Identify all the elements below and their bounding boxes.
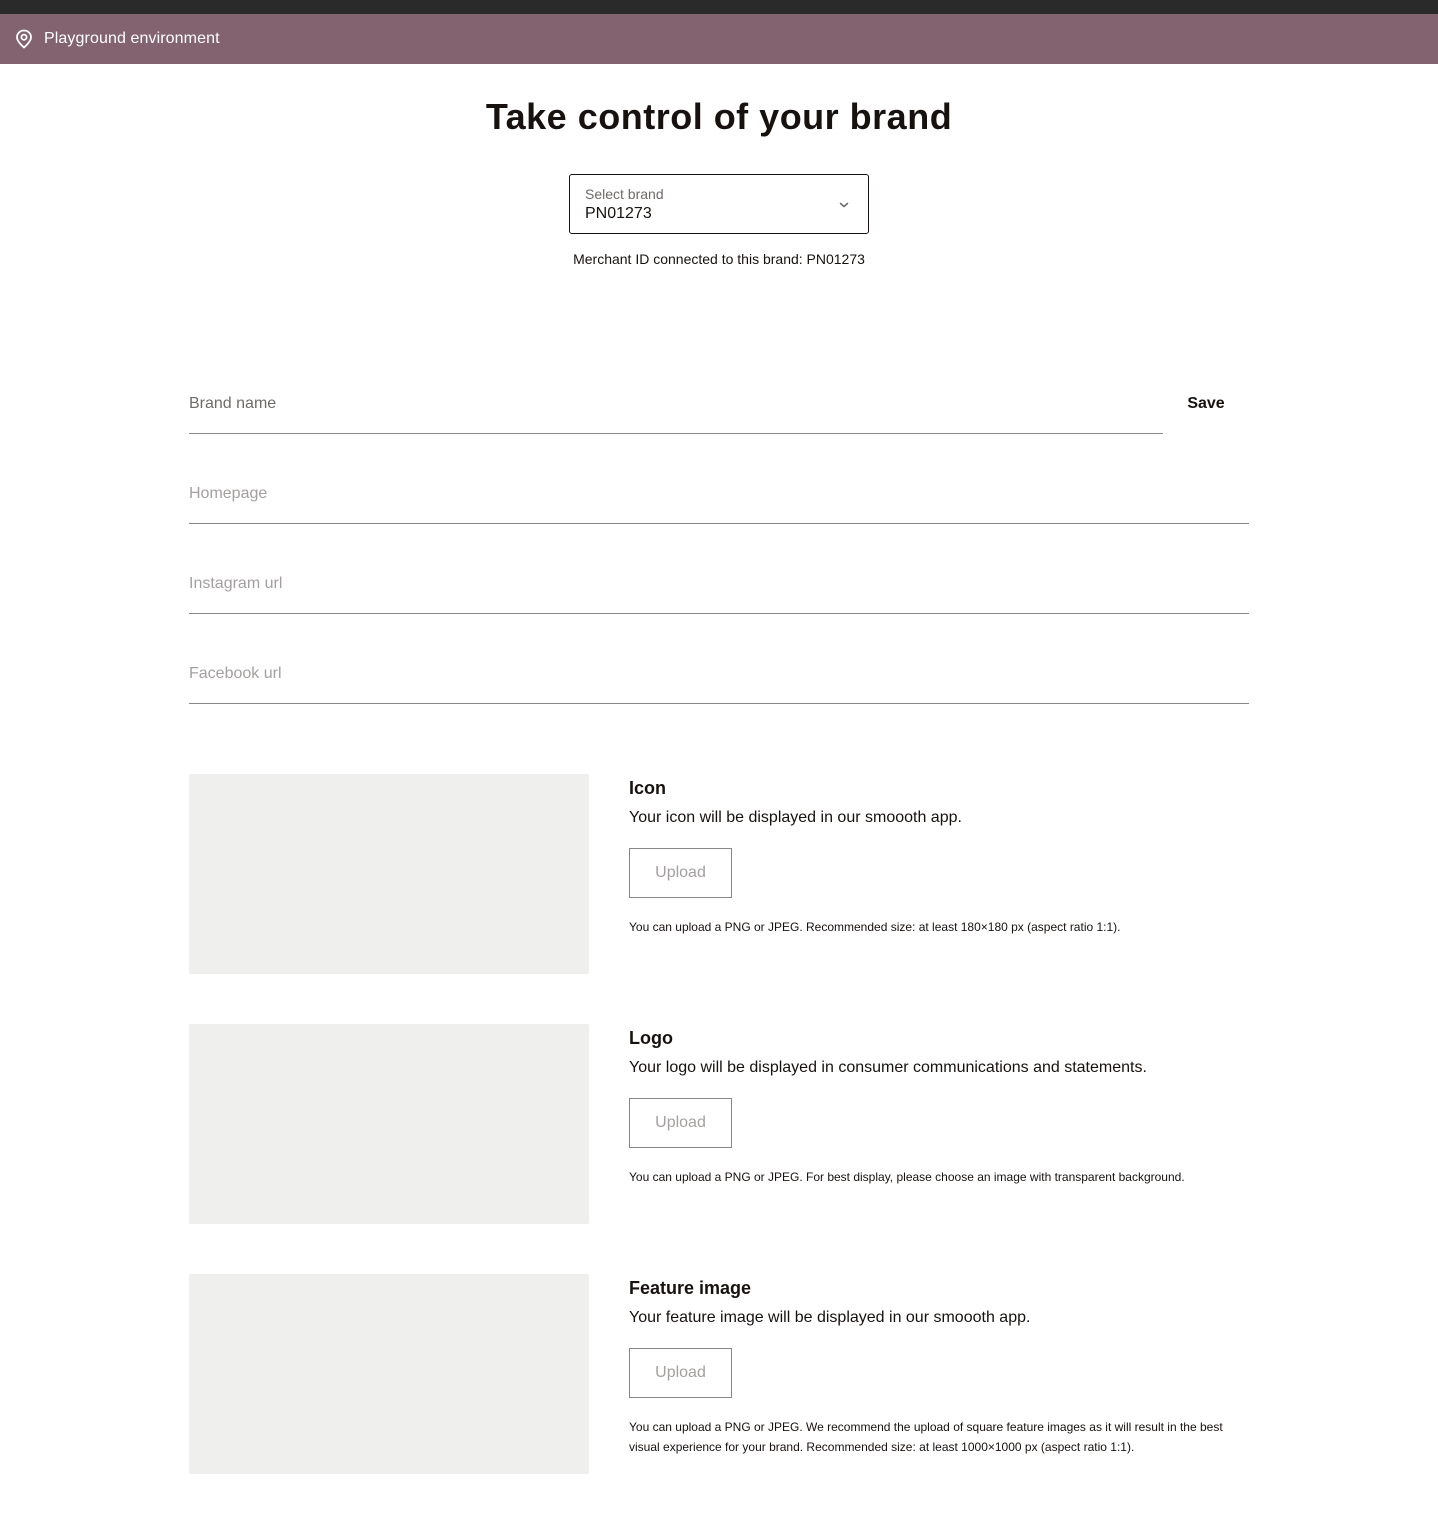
feature-image-upload-section: Feature image Your feature image will be… [189, 1274, 1249, 1474]
feature-image-section-title: Feature image [629, 1278, 752, 1298]
icon-info: Icon Your icon will be displayed in our … [629, 774, 1249, 937]
environment-banner: Playground environment [0, 14, 1438, 64]
feature-image-info: Feature image Your feature image will be… [629, 1274, 1249, 1457]
instagram-field [189, 554, 1249, 614]
instagram-url-input[interactable] [189, 554, 1249, 613]
feature-image-section-description: Your feature image will be displayed in … [629, 1309, 1031, 1326]
logo-section-description: Your logo will be displayed in consumer … [629, 1059, 1147, 1076]
icon-section-title: Icon [629, 778, 667, 798]
feature-image-preview [189, 1274, 589, 1474]
brand-name-input[interactable] [189, 374, 1163, 433]
logo-preview [189, 1024, 589, 1224]
brand-select-value: PN01273 [585, 205, 652, 222]
brand-select[interactable]: Select brand PN01273 [569, 174, 869, 234]
logo-help-text: You can upload a PNG or JPEG. For best d… [629, 1170, 1185, 1184]
icon-help-text: You can upload a PNG or JPEG. Recommende… [629, 920, 1121, 934]
homepage-input[interactable] [189, 464, 1249, 523]
facebook-field [189, 644, 1249, 704]
feature-image-upload-button[interactable]: Upload [629, 1348, 732, 1398]
icon-upload-section: Icon Your icon will be displayed in our … [189, 774, 1249, 974]
save-button[interactable]: Save [1163, 388, 1249, 420]
brand-select-label: Select brand [585, 186, 664, 202]
logo-upload-button[interactable]: Upload [629, 1098, 732, 1148]
logo-section-title: Logo [629, 1028, 673, 1048]
icon-preview [189, 774, 589, 974]
page-title: Take control of your brand [485, 96, 953, 137]
logo-info: Logo Your logo will be displayed in cons… [629, 1024, 1249, 1187]
icon-upload-button[interactable]: Upload [629, 848, 732, 898]
environment-label: Playground environment [44, 30, 220, 47]
chevron-down-icon [838, 198, 850, 210]
brand-name-field [189, 374, 1163, 434]
feature-image-help-text: You can upload a PNG or JPEG. We recomme… [629, 1420, 1223, 1454]
location-pin-icon [15, 29, 33, 49]
logo-upload-section: Logo Your logo will be displayed in cons… [189, 1024, 1249, 1224]
top-bar [0, 0, 1438, 14]
icon-section-description: Your icon will be displayed in our smooo… [629, 809, 962, 826]
facebook-url-input[interactable] [189, 644, 1249, 703]
merchant-id-note: Merchant ID connected to this brand: PN0… [573, 251, 865, 267]
homepage-field [189, 464, 1249, 524]
